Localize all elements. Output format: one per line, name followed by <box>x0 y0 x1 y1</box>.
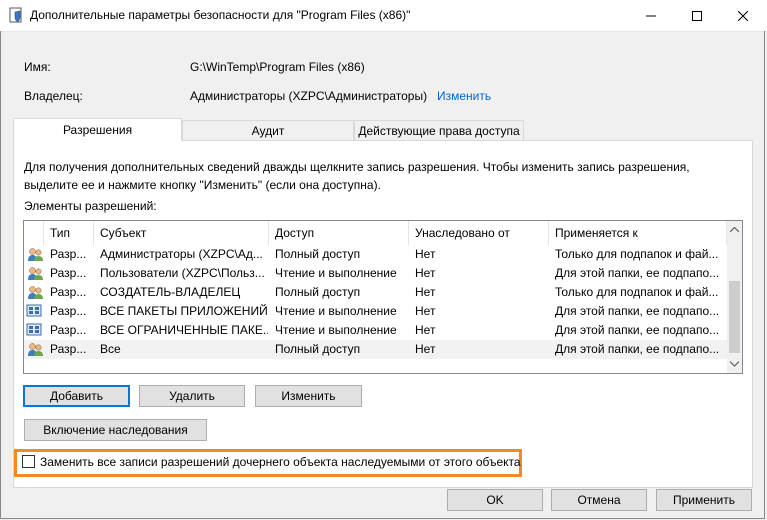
permission-entries-list[interactable]: Тип Субъект Доступ Унаследовано от Приме… <box>23 220 743 374</box>
column-header-applies-to[interactable]: Применяется к <box>549 221 727 245</box>
column-header-type[interactable]: Тип <box>44 221 94 245</box>
owner-value: Администраторы (XZPC\Администраторы) <box>190 89 428 103</box>
row-cell-applies: Только для подпапок и фай... <box>555 247 719 261</box>
users-group-icon <box>28 286 43 299</box>
minimize-button[interactable] <box>628 0 674 31</box>
minimize-icon <box>646 15 656 16</box>
row-cell-inherited: Нет <box>415 342 436 356</box>
remove-button[interactable]: Удалить <box>139 385 245 407</box>
enable-inheritance-button[interactable]: Включение наследования <box>24 419 207 441</box>
title-bar: Дополнительные параметры безопасности дл… <box>0 0 767 32</box>
row-cell-access: Чтение и выполнение <box>275 266 397 280</box>
apply-button[interactable]: Применить <box>656 489 752 511</box>
replace-child-permissions-checkbox[interactable] <box>22 455 35 468</box>
add-button[interactable]: Добавить <box>23 385 130 407</box>
row-cell-inherited: Нет <box>415 266 436 280</box>
window-title: Дополнительные параметры безопасности дл… <box>30 8 411 22</box>
row-cell-subject: ВСЕ ПАКЕТЫ ПРИЛОЖЕНИЙ <box>100 304 268 318</box>
row-cell-type: Разр... <box>50 266 87 280</box>
app-packages-icon <box>26 304 42 317</box>
users-group-icon <box>28 343 43 356</box>
permission-entries-label: Элементы разрешений: <box>24 199 157 213</box>
close-icon <box>738 10 748 21</box>
maximize-button[interactable] <box>674 0 720 31</box>
permission-row[interactable]: Разр... Пользователи (XZPC\Польз... Чтение… <box>24 264 727 283</box>
shield-document-icon <box>9 7 22 23</box>
cancel-button[interactable]: Отмена <box>551 489 647 511</box>
row-cell-applies: Для этой папки, ее подпапо... <box>555 304 720 318</box>
row-cell-access: Чтение и выполнение <box>275 304 397 318</box>
row-cell-inherited: Нет <box>415 285 436 299</box>
permission-row[interactable]: Разр... Все Полный доступ Нет Для этой папки… <box>24 340 727 359</box>
row-cell-access: Полный доступ <box>275 285 361 299</box>
row-cell-type: Разр... <box>50 247 87 261</box>
row-cell-type: Разр... <box>50 285 87 299</box>
row-cell-inherited: Нет <box>415 323 436 337</box>
owner-label: Владелец: <box>24 89 83 103</box>
row-cell-type: Разр... <box>50 304 87 318</box>
row-cell-access: Полный доступ <box>275 247 361 261</box>
row-cell-applies: Для этой папки, ее подпапо... <box>555 342 720 356</box>
row-cell-subject: СОЗДАТЕЛЬ-ВЛАДЕЛЕЦ <box>100 285 241 299</box>
row-cell-type: Разр... <box>50 342 87 356</box>
tab-audit[interactable]: Аудит <box>182 120 354 140</box>
app-packages-icon <box>26 323 42 336</box>
list-scrollbar[interactable] <box>727 221 742 373</box>
permissions-description: Для получения дополнительных сведений дв… <box>24 160 690 192</box>
tab-effective-access[interactable]: Действующие права доступа <box>354 120 524 140</box>
row-cell-applies: Для этой папки, ее подпапо... <box>555 266 720 280</box>
column-header-subject[interactable]: Субъект <box>94 221 269 245</box>
users-group-icon <box>28 267 43 280</box>
row-cell-inherited: Нет <box>415 304 436 318</box>
row-cell-inherited: Нет <box>415 247 436 261</box>
scrollbar-thumb[interactable] <box>729 281 740 353</box>
row-cell-access: Полный доступ <box>275 342 361 356</box>
owner-change-link[interactable]: Изменить <box>437 89 491 103</box>
permission-row[interactable]: Разр... СОЗДАТЕЛЬ-ВЛАДЕЛЕЦ Полный доступ Не… <box>24 283 727 302</box>
column-header-inherited[interactable]: Унаследовано от <box>409 221 549 245</box>
permission-row[interactable]: Разр... ВСЕ ПАКЕТЫ ПРИЛОЖЕНИЙ Чтение и вып… <box>24 302 727 321</box>
maximize-icon <box>692 10 702 21</box>
tab-permissions[interactable]: Разрешения <box>13 118 182 141</box>
permission-row[interactable]: Разр... Администраторы (XZPC\Ад... Полный … <box>24 245 727 264</box>
edit-button[interactable]: Изменить <box>255 385 362 407</box>
close-button[interactable] <box>720 0 766 31</box>
name-label: Имя: <box>24 60 51 74</box>
row-cell-subject: Все <box>100 342 121 356</box>
ok-button[interactable]: OK <box>447 489 543 511</box>
row-cell-type: Разр... <box>50 323 87 337</box>
name-value: G:\WinTemp\Program Files (x86) <box>190 60 365 74</box>
row-cell-applies: Только для подпапок и фай... <box>555 285 719 299</box>
row-cell-applies: Для этой папки, ее подпапо... <box>555 323 720 337</box>
row-cell-subject: Администраторы (XZPC\Ад... <box>100 247 263 261</box>
row-cell-subject: Пользователи (XZPC\Польз... <box>100 266 265 280</box>
permission-row[interactable]: Разр... ВСЕ ОГРАНИЧЕННЫЕ ПАКЕ... Чтение и … <box>24 321 727 340</box>
column-header-access[interactable]: Доступ <box>269 221 409 245</box>
column-header-blank <box>24 221 44 245</box>
scroll-down-icon[interactable] <box>730 361 739 367</box>
row-cell-access: Чтение и выполнение <box>275 323 397 337</box>
replace-child-permissions-label[interactable]: Заменить все записи разрешений дочернего… <box>40 455 521 469</box>
row-cell-subject: ВСЕ ОГРАНИЧЕННЫЕ ПАКЕ... <box>100 323 268 337</box>
users-group-icon <box>28 248 43 261</box>
scroll-up-icon[interactable] <box>730 227 739 233</box>
